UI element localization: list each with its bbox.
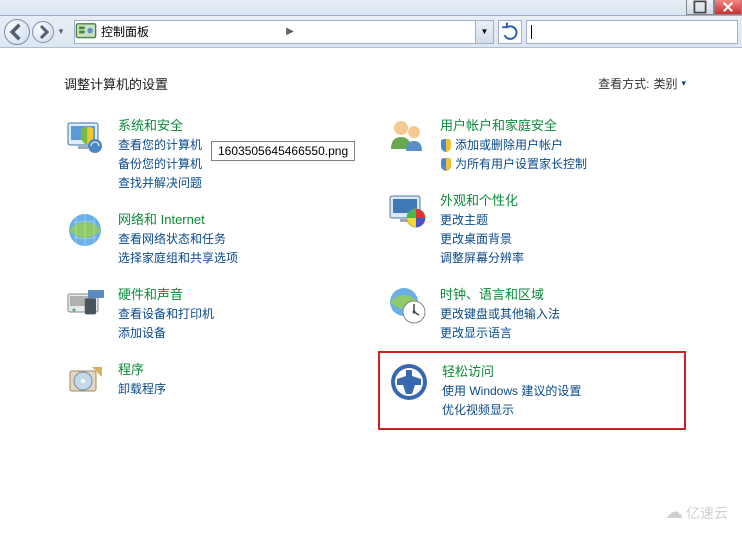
- forward-button[interactable]: [32, 21, 54, 43]
- category-title[interactable]: 用户帐户和家庭安全: [440, 115, 587, 134]
- category-title[interactable]: 系统和安全: [118, 115, 202, 134]
- maximize-button[interactable]: [686, 0, 714, 15]
- hardware-icon: [64, 284, 106, 326]
- search-input[interactable]: [526, 20, 738, 44]
- category-link[interactable]: 更改显示语言: [440, 324, 560, 341]
- window-titlebar: [0, 0, 742, 16]
- page-title: 调整计算机的设置: [64, 74, 168, 93]
- category-link[interactable]: 添加或删除用户帐户: [440, 136, 587, 153]
- category-link[interactable]: 更改键盘或其他输入法: [440, 305, 560, 322]
- category-link[interactable]: 选择家庭组和共享选项: [118, 249, 238, 266]
- network-icon: [64, 209, 106, 251]
- category-title[interactable]: 轻松访问: [442, 361, 581, 380]
- address-dropdown[interactable]: ▼: [475, 21, 493, 43]
- category-link[interactable]: 更改桌面背景: [440, 230, 524, 247]
- content-area: 调整计算机的设置 查看方式: 类别 ▾ 系统和安全 查看您的计算机 备份您的计算…: [0, 48, 742, 420]
- programs-icon: [64, 359, 106, 401]
- category-link[interactable]: 调整屏幕分辨率: [440, 249, 524, 266]
- watermark-text: 亿速云: [686, 503, 728, 523]
- close-button[interactable]: [714, 0, 742, 15]
- category-link[interactable]: 添加设备: [118, 324, 214, 341]
- back-button[interactable]: [4, 19, 30, 45]
- appearance-icon: [386, 190, 428, 232]
- category-link[interactable]: 卸载程序: [118, 380, 166, 397]
- category-clock-language: 时钟、语言和区域 更改键盘或其他输入法 更改显示语言: [386, 284, 678, 341]
- category-title[interactable]: 外观和个性化: [440, 190, 524, 209]
- category-link[interactable]: 更改主题: [440, 211, 524, 228]
- tooltip-text: 1603505645466550.png: [218, 144, 348, 158]
- address-bar[interactable]: 控制面板 ▶ ▼: [74, 20, 494, 44]
- category-title[interactable]: 硬件和声音: [118, 284, 214, 303]
- category-link[interactable]: 为所有用户设置家长控制: [440, 155, 587, 172]
- nav-history-dropdown[interactable]: ▼: [56, 27, 66, 36]
- link-text: 添加或删除用户帐户: [455, 136, 563, 153]
- view-by-selector[interactable]: 查看方式: 类别 ▾: [598, 75, 686, 92]
- category-title[interactable]: 网络和 Internet: [118, 209, 238, 228]
- watermark: ☁ 亿速云: [665, 502, 728, 523]
- system-security-icon: [64, 115, 106, 157]
- link-text: 为所有用户设置家长控制: [455, 155, 587, 172]
- category-column-right: 用户帐户和家庭安全 添加或删除用户帐户 为所有用户设置家长控制 外观: [386, 115, 678, 420]
- arrow-right-icon: [33, 22, 53, 42]
- shield-icon: [440, 138, 452, 152]
- category-ease-of-access: 轻松访问 使用 Windows 建议的设置 优化视频显示: [388, 361, 676, 418]
- ease-of-access-icon: [388, 361, 430, 403]
- category-title[interactable]: 时钟、语言和区域: [440, 284, 560, 303]
- clock-language-icon: [386, 284, 428, 326]
- chevron-down-icon: ▾: [681, 78, 686, 89]
- view-by-label: 查看方式:: [598, 75, 649, 92]
- text-cursor: [531, 25, 532, 39]
- view-by-value: 类别: [653, 75, 677, 92]
- breadcrumb-root[interactable]: 控制面板: [97, 23, 282, 40]
- user-accounts-icon: [386, 115, 428, 157]
- category-appearance: 外观和个性化 更改主题 更改桌面背景 调整屏幕分辨率: [386, 190, 678, 266]
- navigation-bar: ▼ 控制面板 ▶ ▼: [0, 16, 742, 48]
- category-title[interactable]: 程序: [118, 359, 166, 378]
- category-programs: 程序 卸载程序: [64, 359, 356, 401]
- category-link[interactable]: 查看设备和打印机: [118, 305, 214, 322]
- category-link[interactable]: 优化视频显示: [442, 401, 581, 418]
- cloud-icon: ☁: [665, 502, 683, 523]
- category-network: 网络和 Internet 查看网络状态和任务 选择家庭组和共享选项: [64, 209, 356, 266]
- refresh-icon: [499, 21, 521, 43]
- refresh-button[interactable]: [498, 20, 522, 44]
- category-link[interactable]: 查找并解决问题: [118, 174, 202, 191]
- highlighted-category: 轻松访问 使用 Windows 建议的设置 优化视频显示: [378, 351, 686, 430]
- close-icon: [715, 0, 741, 14]
- shield-icon: [440, 157, 452, 171]
- category-link[interactable]: 查看网络状态和任务: [118, 230, 238, 247]
- control-panel-icon: [75, 21, 97, 43]
- category-link[interactable]: 备份您的计算机: [118, 155, 202, 172]
- category-user-accounts: 用户帐户和家庭安全 添加或删除用户帐户 为所有用户设置家长控制: [386, 115, 678, 172]
- category-hardware: 硬件和声音 查看设备和打印机 添加设备: [64, 284, 356, 341]
- arrow-left-icon: [5, 20, 29, 44]
- tooltip: 1603505645466550.png: [211, 141, 355, 161]
- category-link[interactable]: 使用 Windows 建议的设置: [442, 382, 581, 399]
- maximize-icon: [687, 0, 713, 14]
- breadcrumb-separator[interactable]: ▶: [282, 26, 298, 37]
- category-link[interactable]: 查看您的计算机: [118, 136, 202, 153]
